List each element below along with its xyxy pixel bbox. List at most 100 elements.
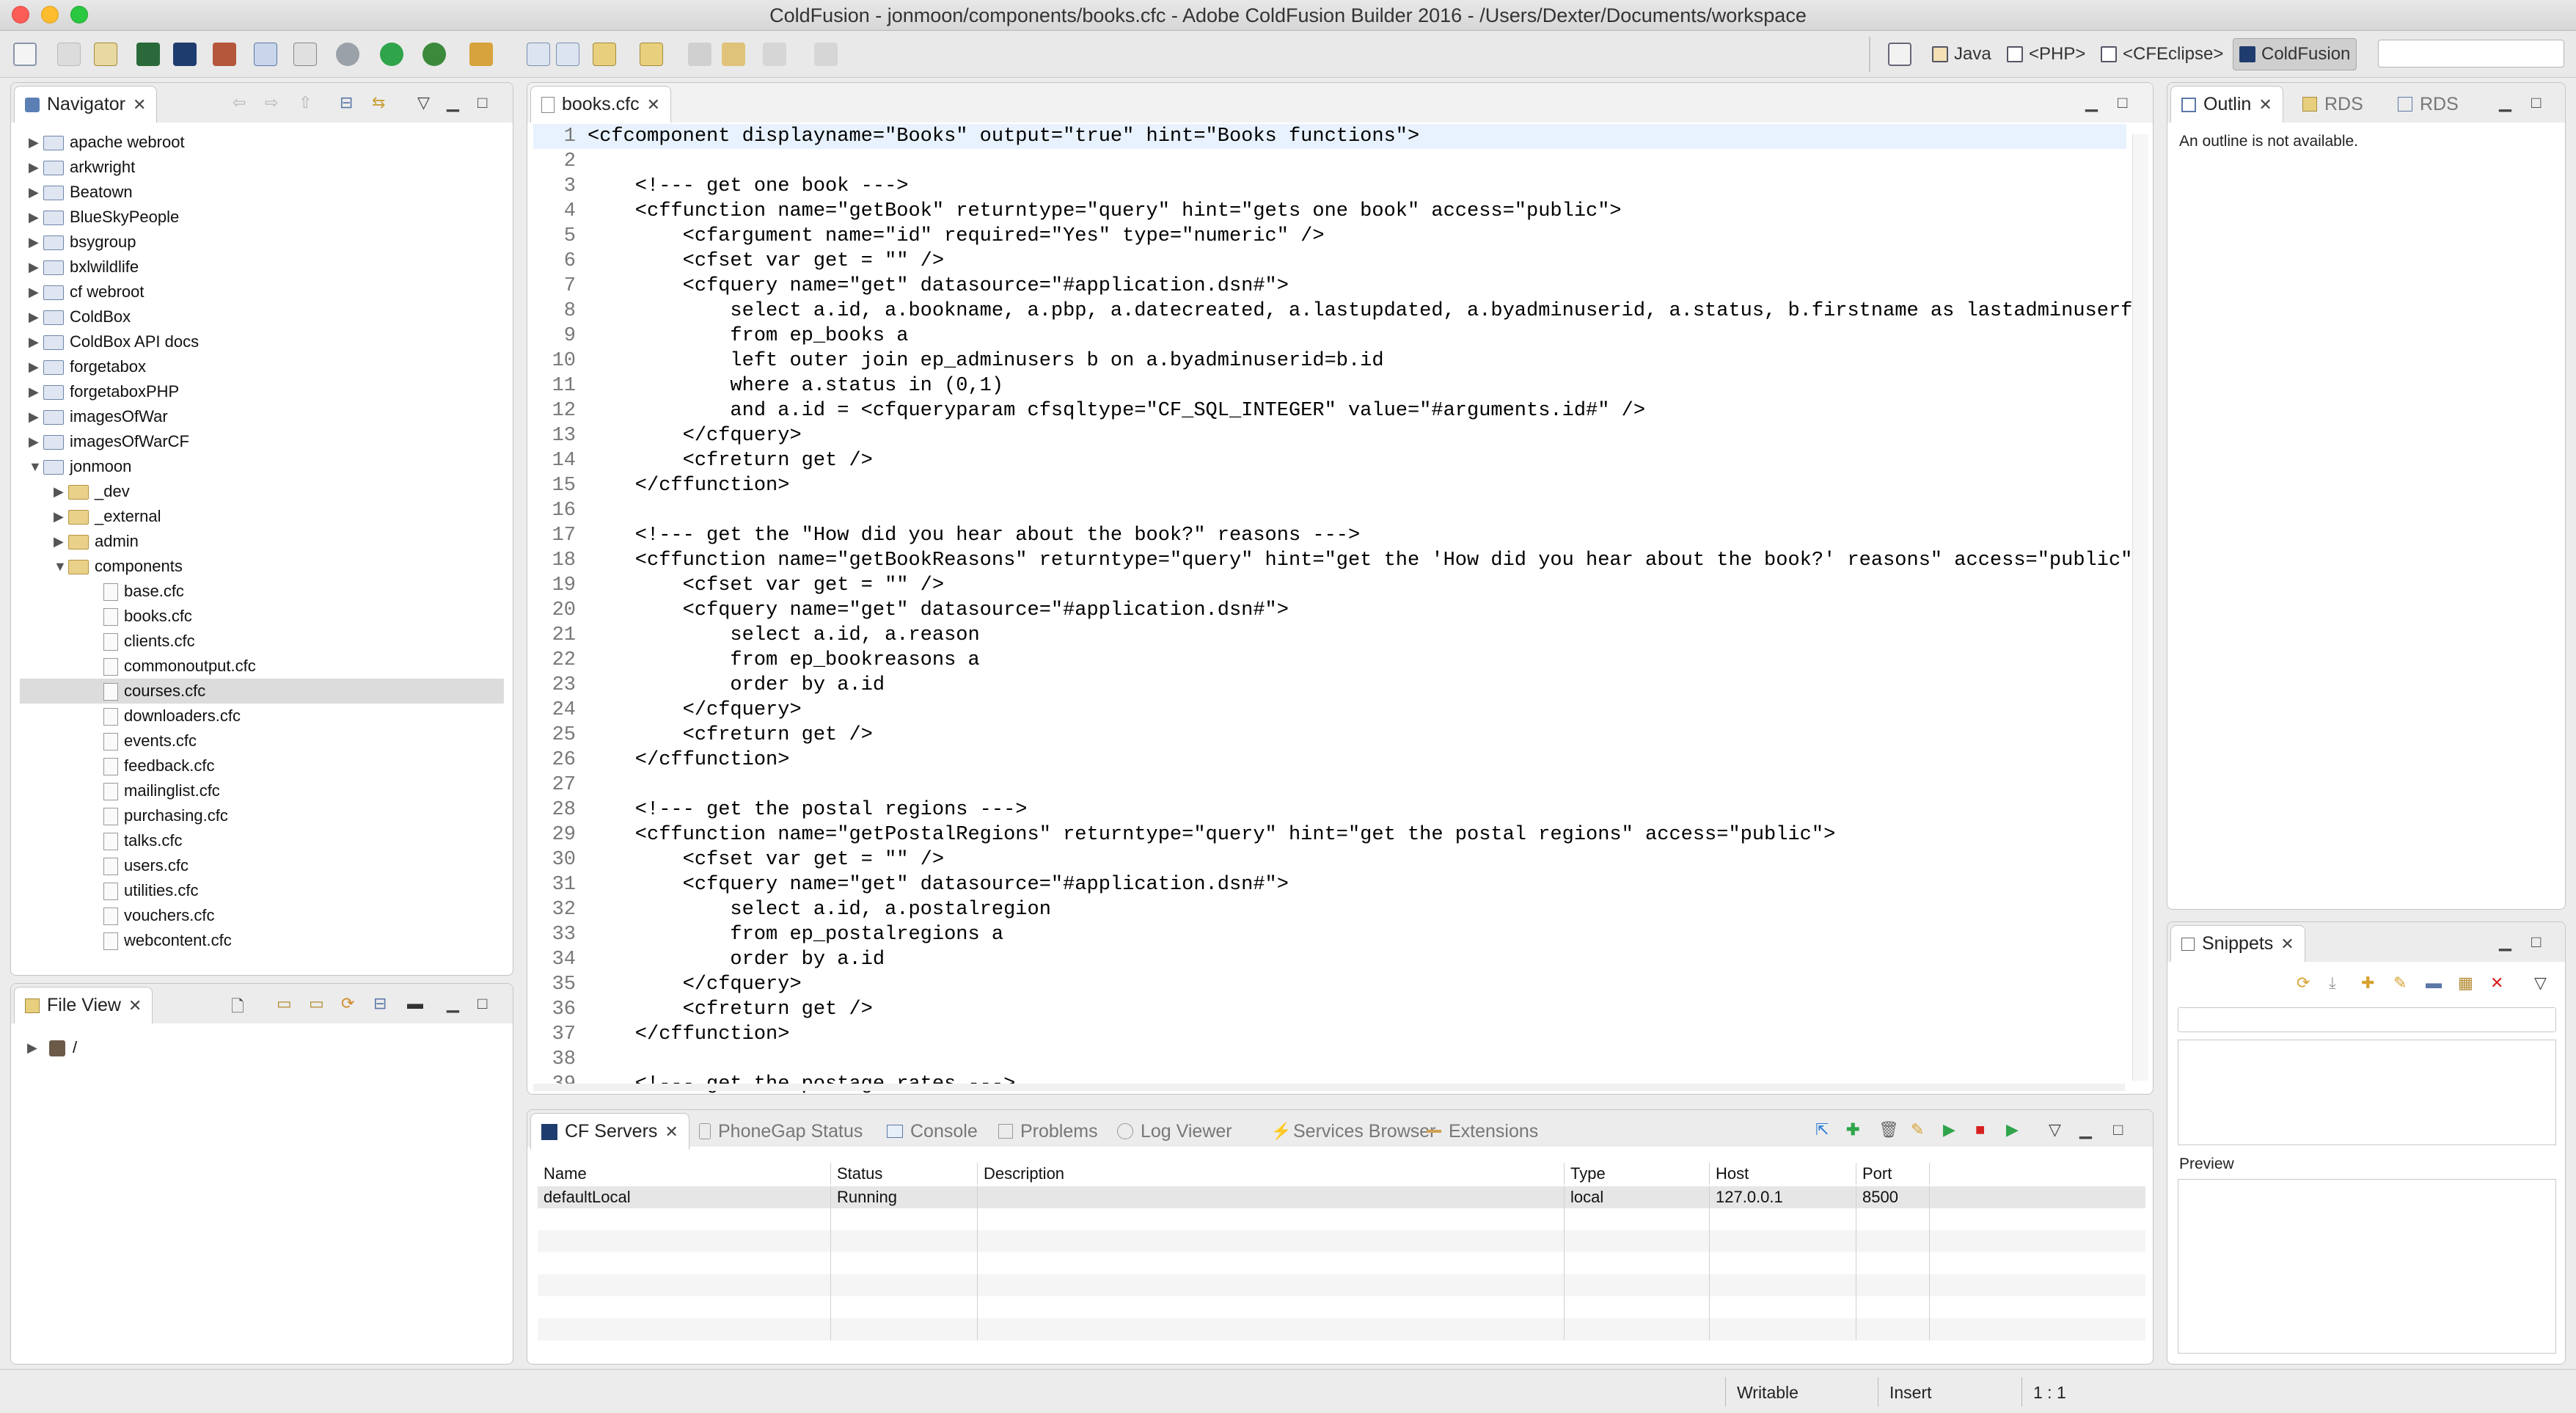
code-line[interactable]: 7 <cfquery name="get" datasource="#appli…	[533, 274, 2126, 299]
code-line[interactable]: 26 </cffunction>	[533, 748, 2126, 773]
code-line[interactable]: 11 where a.status in (0,1)	[533, 373, 2126, 398]
start-server-icon[interactable]: ▶	[1943, 1120, 1955, 1139]
minimize-icon[interactable]: ▁	[2085, 93, 2098, 112]
navigator-item[interactable]: clients.cfc	[20, 629, 504, 654]
inspect-icon[interactable]	[293, 43, 317, 66]
debug-icon[interactable]	[336, 43, 359, 66]
new-file-icon[interactable]: 🗋	[231, 994, 244, 1022]
table-row[interactable]: defaultLocal Running local 127.0.0.1 850…	[538, 1186, 2145, 1208]
code-line[interactable]: 29 <cffunction name="getPostalRegions" r…	[533, 822, 2126, 847]
expand-icon[interactable]: ▶	[29, 230, 39, 255]
close-icon[interactable]: ✕	[665, 1122, 678, 1142]
navigator-item[interactable]: feedback.cfc	[20, 753, 504, 778]
navigator-item[interactable]: ▶ bxlwildlife	[20, 255, 504, 280]
column-header[interactable]: Description	[978, 1163, 1565, 1185]
code-line[interactable]: 27	[533, 773, 2126, 797]
code-line[interactable]: 34 order by a.id	[533, 947, 2126, 972]
coldfusion-icon[interactable]	[173, 43, 197, 66]
horizontal-scrollbar[interactable]	[533, 1084, 2125, 1091]
code-line[interactable]: 13 </cfquery>	[533, 423, 2126, 448]
forward-arrow-icon[interactable]: ⇨	[265, 93, 278, 112]
refresh-icon[interactable]: ⟳	[341, 994, 354, 1013]
minimize-icon[interactable]: ▁	[2499, 932, 2511, 952]
code-line[interactable]: 18 <cffunction name="getBookReasons" ret…	[533, 548, 2145, 573]
navigator-item[interactable]: ▶ imagesOfWarCF	[20, 429, 504, 454]
code-line[interactable]: 25 <cfreturn get />	[533, 723, 2126, 748]
view-menu-icon[interactable]: ▽	[2049, 1120, 2061, 1139]
code-editor[interactable]: 1 <cfcomponent displayname="Books" output…	[533, 124, 2145, 1094]
expand-icon[interactable]: ▶	[29, 304, 39, 329]
last-edit-icon[interactable]	[688, 43, 711, 66]
overview-ruler[interactable]	[2132, 134, 2148, 1081]
code-line[interactable]: 32 select a.id, a.postalregion	[533, 897, 2126, 922]
run-icon[interactable]	[380, 43, 403, 66]
next-annotation-icon[interactable]	[593, 43, 616, 66]
expand-icon[interactable]: ▶	[29, 404, 39, 429]
code-line[interactable]: 31 <cfquery name="get" datasource="#appl…	[533, 872, 2126, 897]
code-line[interactable]: 36 <cfreturn get />	[533, 997, 2126, 1022]
expand-icon[interactable]: ▶	[27, 1035, 37, 1060]
code-line[interactable]: 10 left outer join ep_adminusers b on a.…	[533, 348, 2126, 373]
code-line[interactable]: 35 </cfquery>	[533, 972, 2126, 997]
maximize-icon[interactable]: □	[477, 93, 487, 112]
navigator-item[interactable]: ▼ components	[20, 554, 504, 579]
terminal-icon[interactable]: ▬	[407, 994, 423, 1013]
collapse-all-icon[interactable]: ⊟	[340, 93, 353, 112]
code-line[interactable]: 4 <cffunction name="getBook" returntype=…	[533, 199, 2126, 224]
restart-server-icon[interactable]: ▶	[2006, 1120, 2019, 1139]
column-header[interactable]: Type	[1565, 1163, 1710, 1185]
add-snippet-icon[interactable]: ✚	[2361, 974, 2374, 993]
expand-icon[interactable]: ▶	[29, 329, 39, 354]
minimize-icon[interactable]: ▁	[447, 93, 459, 112]
fileview-root[interactable]: ▶ /	[11, 1035, 513, 1060]
close-icon[interactable]: ✕	[2258, 95, 2272, 114]
toggle-mark-icon[interactable]	[527, 43, 550, 66]
stop-server-icon[interactable]: ■	[1975, 1120, 1985, 1139]
forward-icon[interactable]	[763, 43, 786, 66]
quick-access-input[interactable]	[2378, 40, 2564, 67]
wand-icon[interactable]	[469, 43, 493, 66]
close-icon[interactable]: ✕	[128, 996, 142, 1015]
navigator-item[interactable]: utilities.cfc	[20, 878, 504, 903]
save-icon[interactable]	[57, 43, 81, 66]
link-editor-icon[interactable]: ⇆	[372, 93, 385, 112]
up-arrow-icon[interactable]: ⇧	[299, 93, 312, 112]
code-line[interactable]: 8 select a.id, a.bookname, a.pbp, a.date…	[533, 299, 2145, 324]
tab-outline[interactable]: Outlin ✕	[2170, 86, 2283, 123]
view-menu-icon[interactable]: ▽	[2534, 974, 2547, 993]
code-line[interactable]: 37 </cffunction>	[533, 1022, 2126, 1047]
perspective-java[interactable]: Java	[1926, 38, 1997, 70]
navigator-item[interactable]: talks.cfc	[20, 828, 504, 853]
code-line[interactable]: 15 </cffunction>	[533, 473, 2126, 498]
refresh-snippets-icon[interactable]: ⟳	[2297, 974, 2310, 993]
tab-fileview[interactable]: File View ✕	[14, 987, 153, 1023]
navigator-item[interactable]: ▶ apache webroot	[20, 130, 504, 155]
code-line[interactable]: 21 select a.id, a.reason	[533, 623, 2126, 648]
code-line[interactable]: 20 <cfquery name="get" datasource="#appl…	[533, 598, 2126, 623]
code-line[interactable]: 1 <cfcomponent displayname="Books" output…	[533, 124, 2126, 149]
maximize-icon[interactable]: □	[2118, 93, 2127, 112]
expand-icon[interactable]: ▶	[29, 379, 39, 404]
navigator-item[interactable]: purchasing.cfc	[20, 803, 504, 828]
view-menu-icon[interactable]: ▽	[417, 93, 430, 112]
code-line[interactable]: 2	[533, 149, 2126, 174]
maximize-icon[interactable]: □	[2531, 932, 2541, 952]
navigator-item[interactable]: ▶ ColdBox	[20, 304, 504, 329]
code-line[interactable]: 5 <cfargument name="id" required="Yes" t…	[533, 224, 2126, 249]
tab-cf-servers[interactable]: CF Servers ✕	[530, 1113, 689, 1150]
code-line[interactable]: 23 order by a.id	[533, 673, 2126, 698]
expand-icon[interactable]: ▶	[29, 205, 39, 230]
export-icon[interactable]: ⇱	[1815, 1120, 1829, 1139]
expand-icon[interactable]: ▶	[29, 155, 39, 180]
code-line[interactable]: 19 <cfset var get = "" />	[533, 573, 2126, 598]
code-line[interactable]: 12 and a.id = <cfqueryparam cfsqltype="C…	[533, 398, 2126, 423]
snippet-filter-input[interactable]	[2178, 1007, 2556, 1032]
close-icon[interactable]: ✕	[133, 95, 146, 114]
previous-annotation-icon[interactable]	[640, 43, 663, 66]
toggle-breakpoint-icon[interactable]	[254, 43, 277, 66]
tab-books-cfc[interactable]: books.cfc ✕	[530, 86, 672, 123]
navigator-item[interactable]: ▶ _dev	[20, 479, 504, 504]
run-external-icon[interactable]	[422, 43, 446, 66]
expand-icon[interactable]: ▶	[54, 529, 64, 554]
code-line[interactable]: 38	[533, 1047, 2126, 1072]
